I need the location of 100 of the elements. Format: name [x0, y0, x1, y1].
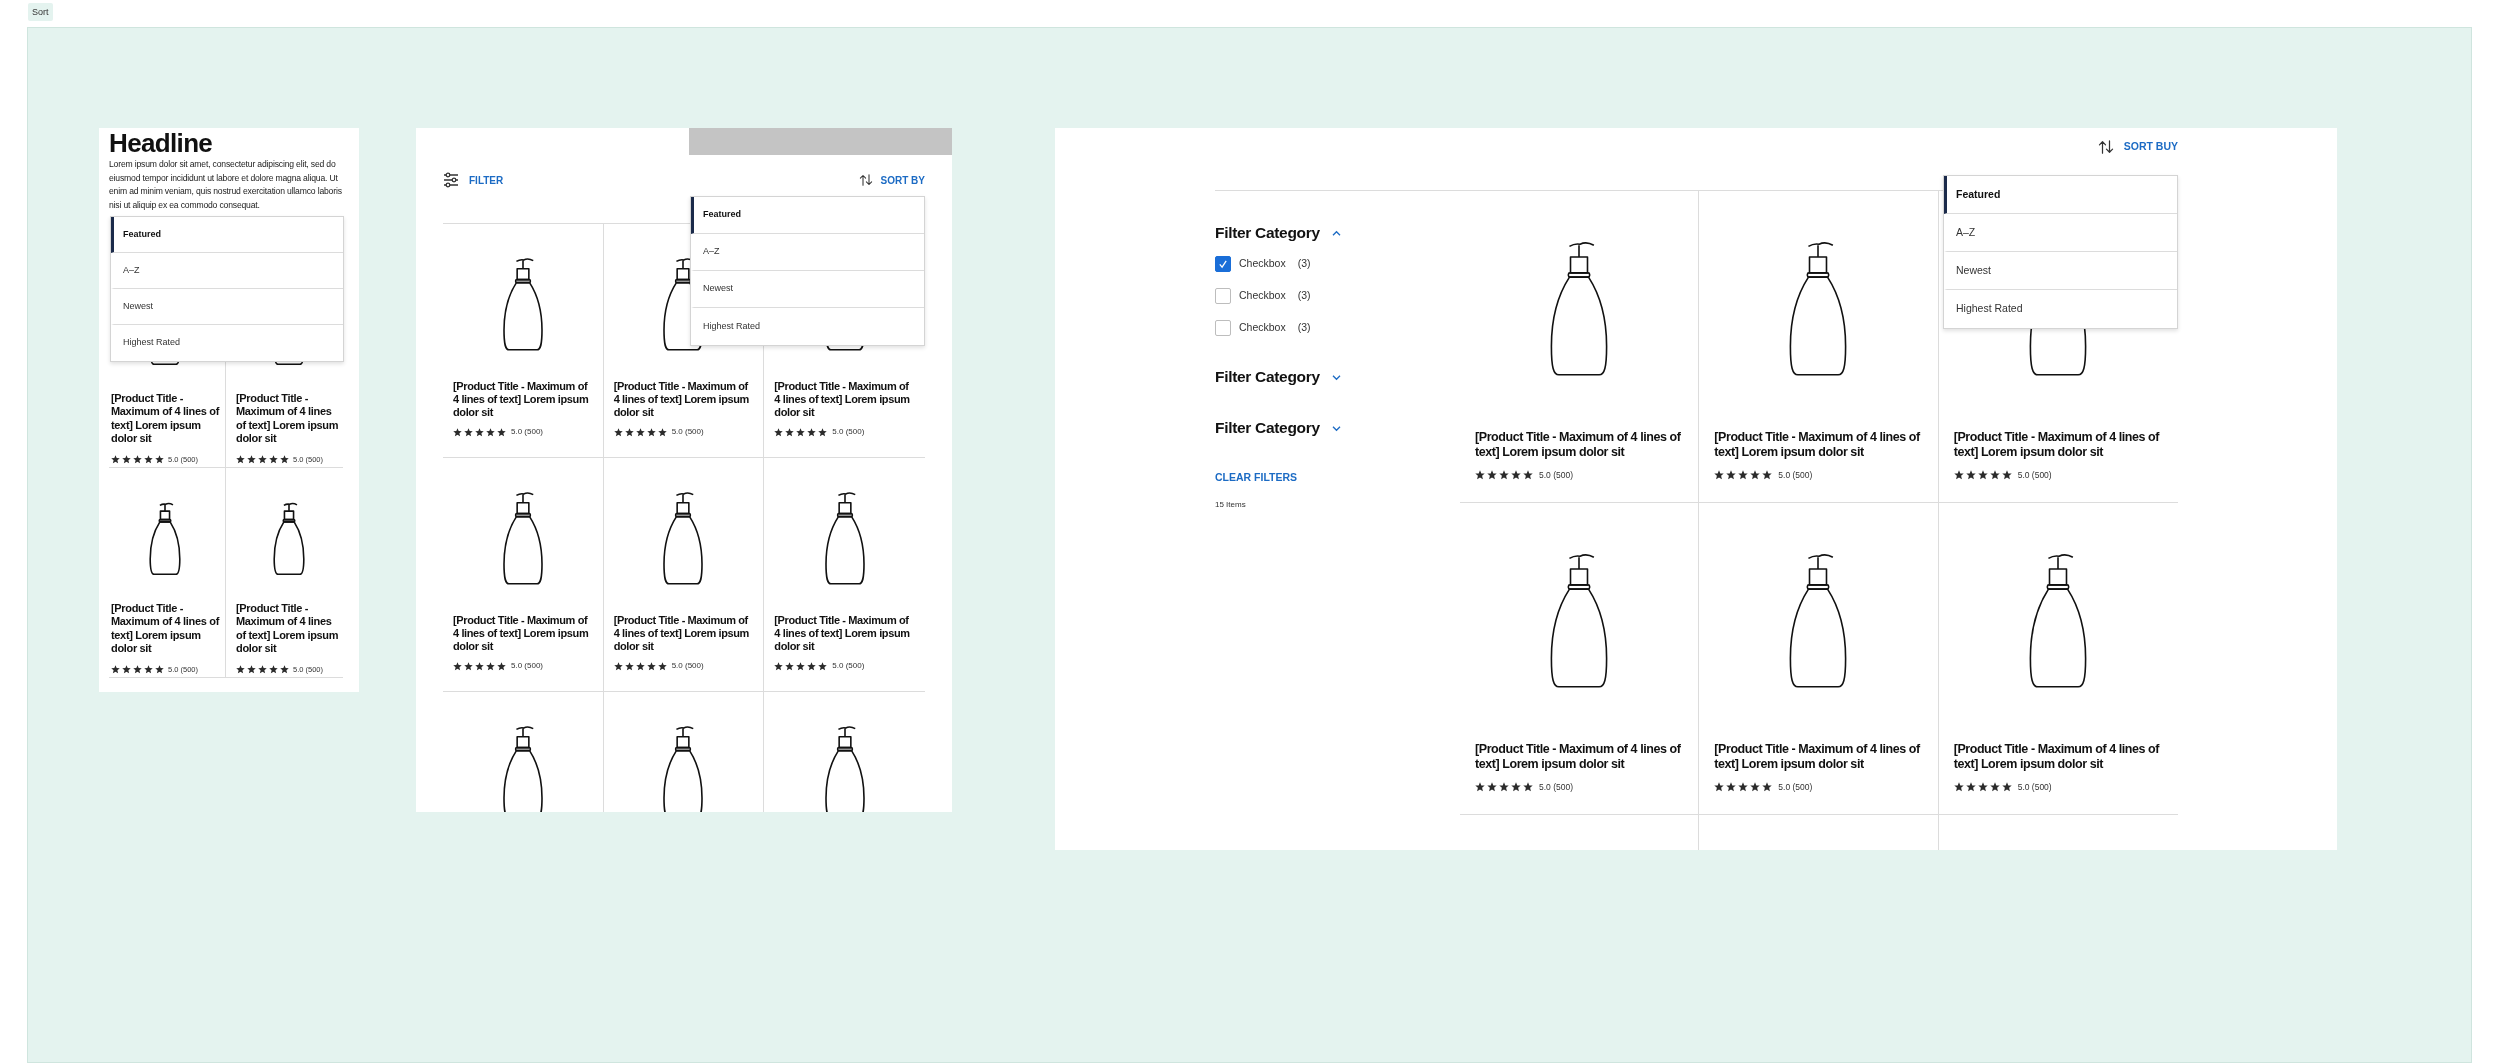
- option-count: (3): [1297, 256, 1311, 272]
- star-icon: [1523, 782, 1533, 793]
- star-icon: [1523, 470, 1533, 481]
- star-icon: [807, 661, 817, 671]
- menu-item[interactable]: Featured: [691, 197, 924, 234]
- star-icon: [464, 427, 473, 437]
- menu-item[interactable]: Newest: [111, 289, 343, 325]
- product-card[interactable]: [Product Title - Maximum of 4 lines of text] Lorem ipsum dolor sit 5.0 (500): [1699, 503, 1939, 815]
- sort-button[interactable]: SORT BUY: [2097, 139, 2178, 155]
- star-icon: [1511, 470, 1521, 481]
- checkbox[interactable]: [1215, 288, 1231, 304]
- star-icon: [613, 427, 623, 437]
- star-icon: [1762, 782, 1773, 793]
- rating-text: 5.0 (500): [832, 660, 865, 672]
- star-icon: [133, 664, 142, 674]
- star-icon: [2001, 782, 2012, 793]
- menu-item[interactable]: Featured: [1944, 176, 2177, 214]
- filter-category-toggle[interactable]: Filter Category: [1215, 418, 1460, 438]
- star-icon: [774, 661, 784, 671]
- filter-icon: [443, 172, 459, 188]
- star-icon: [247, 454, 256, 464]
- star-icon: [247, 664, 256, 674]
- option-count: (3): [1297, 320, 1311, 336]
- rating-text: 5.0 (500): [1778, 469, 1813, 482]
- star-icon: [807, 427, 817, 437]
- check-icon: [1218, 259, 1228, 269]
- sort-button[interactable]: SORT BY: [858, 172, 925, 188]
- product-card[interactable]: [Product Title - Maximum of 4 lines of text] Lorem ipsum dolor sit 5.0 (500): [1460, 503, 1700, 815]
- menu-item[interactable]: Featured: [111, 217, 343, 253]
- product-card[interactable]: [Product Title - Maximum of 4 lines of text] Lorem ipsum dolor sit 5.0 (500): [1938, 503, 2178, 815]
- star-icon: [1499, 470, 1509, 481]
- star-icon: [280, 664, 289, 674]
- product-title: [Product Title - Maximum of 4 lines of text] Lorem ipsum dolor sit: [453, 614, 590, 653]
- filter-category-toggle[interactable]: Filter Category: [1215, 367, 1460, 387]
- star-icon: [1738, 782, 1749, 793]
- product-title: [Product Title - Maximum of 4 lines of text] Lorem ipsum dolor sit: [236, 392, 340, 446]
- rating-text: 5.0 (500): [511, 426, 544, 438]
- menu-item[interactable]: A–Z: [111, 253, 343, 289]
- product-card[interactable]: [Product Title - Maximum of 4 lines of text] Lorem ipsum dolor sit 5.0 (500): [443, 458, 604, 692]
- star-icon: [453, 427, 462, 437]
- star-icon: [133, 454, 142, 464]
- star-icon: [280, 454, 289, 464]
- headline: Headline: [109, 128, 214, 158]
- star-icon: [1977, 470, 1988, 481]
- rating-text: 5.0 (500): [1539, 781, 1574, 794]
- checkbox-label: Checkbox: [1239, 288, 1286, 304]
- star-icon: [624, 427, 634, 437]
- menu-item[interactable]: Newest: [1944, 252, 2177, 290]
- product-title: [Product Title - Maximum of 4 lines of text] Lorem ipsum dolor sit: [774, 614, 911, 653]
- product-card[interactable]: [Product Title - Maximum of 4 lines of text] Lorem ipsum dolor sit 5.0 (500): [1460, 191, 1700, 503]
- star-icon: [486, 427, 495, 437]
- filter-button[interactable]: FILTER: [443, 172, 504, 188]
- checkbox[interactable]: [1215, 256, 1231, 272]
- star-icon: [1714, 470, 1725, 481]
- star-icon: [155, 664, 164, 674]
- star-icon: [1989, 782, 2000, 793]
- star-icon: [269, 664, 278, 674]
- product-card[interactable]: [Product Title - Maximum of 4 lines of text] Lorem ipsum dolor sit 5.0 (500): [603, 458, 765, 692]
- filter-category-toggle[interactable]: Filter Category: [1215, 223, 1460, 243]
- menu-item[interactable]: Newest: [691, 271, 924, 308]
- product-card[interactable]: [Product Title - Maximum of 4 lines of text] Lorem ipsum dolor sit 5.0 (500): [764, 458, 925, 692]
- rating-text: 5.0 (500): [832, 426, 865, 438]
- product-title: [Product Title - Maximum of 4 lines of text] Lorem ipsum dolor sit: [236, 602, 340, 656]
- product-card[interactable]: [Product Title - Maximum of 4 lines of text] Lorem ipsum dolor sit 5.0 (500): [1699, 191, 1939, 503]
- star-icon: [646, 427, 656, 437]
- star-icon: [796, 427, 806, 437]
- product-title: [Product Title - Maximum of 4 lines of text] Lorem ipsum dolor sit: [613, 614, 750, 653]
- star-icon: [236, 664, 245, 674]
- product-title: [Product Title - Maximum of 4 lines of text] Lorem ipsum dolor sit: [1475, 430, 1682, 460]
- star-icon: [818, 427, 828, 437]
- canvas-label: Sort: [28, 3, 53, 21]
- product-title: [Product Title - Maximum of 4 lines of text] Lorem ipsum dolor sit: [1953, 430, 2161, 460]
- star-icon: [269, 454, 278, 464]
- star-icon: [774, 427, 784, 437]
- star-icon: [497, 427, 506, 437]
- menu-item[interactable]: A–Z: [1944, 214, 2177, 252]
- menu-item[interactable]: A–Z: [691, 234, 924, 271]
- rating-text: 5.0 (500): [2017, 781, 2052, 794]
- body-text: Lorem ipsum dolor sit amet, consectetur adipiscing elit, sed do eiusmod tempor incididunt ut labore et dolore magna aliqua. Ut enim ad minim veniam, quis nostrud exercitation ullamco laboris nisi ut aliquip ex ea commodo consequat.: [109, 158, 343, 212]
- star-icon: [122, 664, 131, 674]
- product-card[interactable]: [Product Title - Maximum of 4 lines of text] Lorem ipsum dolor sit 5.0 (500): [443, 224, 604, 458]
- star-icon: [1475, 782, 1485, 793]
- clear-filters-link[interactable]: CLEAR FILTERS: [1215, 470, 1298, 486]
- star-icon: [1965, 470, 1976, 481]
- menu-item[interactable]: Highest Rated: [1944, 290, 2177, 328]
- star-icon: [111, 454, 120, 464]
- star-icon: [144, 454, 153, 464]
- star-icon: [785, 661, 795, 671]
- star-icon: [1977, 782, 1988, 793]
- star-icon: [635, 427, 645, 437]
- star-icon: [613, 661, 623, 671]
- star-icon: [1762, 470, 1773, 481]
- star-icon: [796, 661, 806, 671]
- star-icon: [1965, 782, 1976, 793]
- rating-text: 5.0 (500): [671, 660, 704, 672]
- star-icon: [657, 661, 667, 671]
- rating-text: 5.0 (500): [1778, 781, 1813, 794]
- star-icon: [236, 454, 245, 464]
- sort-icon: [858, 174, 873, 186]
- checkbox[interactable]: [1215, 320, 1231, 336]
